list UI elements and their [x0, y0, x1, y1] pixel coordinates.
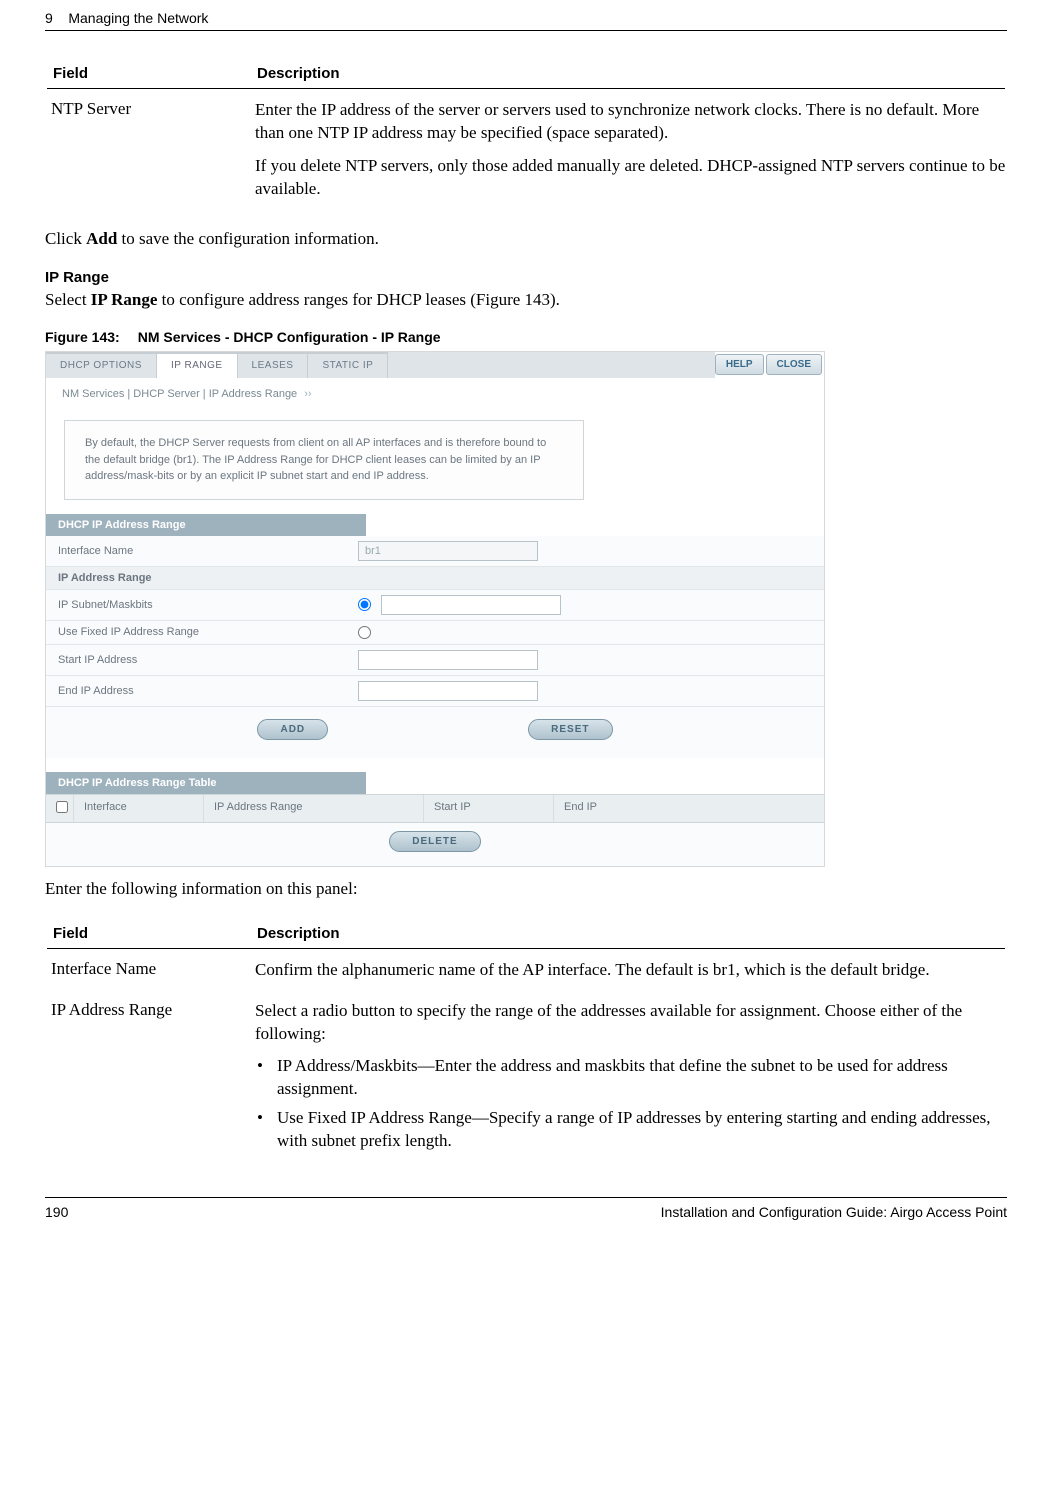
table2-desc-range: Select a radio button to specify the ran… [255, 1000, 1007, 1046]
field-table-ntp: Field Description NTP Server Enter the I… [45, 59, 1007, 219]
radio-ip-subnet[interactable] [358, 598, 371, 611]
table2-field-iface: Interface Name [45, 959, 255, 992]
table-row: Interface Name Confirm the alphanumeric … [45, 959, 1007, 1000]
section-header-range-table: DHCP IP Address Range Table [46, 772, 366, 794]
click-add-paragraph: Click Add to save the configuration info… [45, 227, 1007, 251]
iprange-subheading: IP Range [45, 269, 1007, 286]
table1-field-ntp: NTP Server [45, 99, 255, 211]
field-table-iprange: Field Description Interface Name Confirm… [45, 919, 1007, 1168]
delete-button[interactable]: DELETE [389, 831, 480, 852]
breadcrumb: NM Services | DHCP Server | IP Address R… [46, 378, 824, 406]
page-number: 190 [45, 1204, 68, 1220]
chevron-right-icon: ›› [304, 388, 311, 400]
bullet-icon: • [255, 1055, 277, 1101]
list-item: • Use Fixed IP Address Range—Specify a r… [255, 1107, 1007, 1153]
tab-ip-range[interactable]: IP RANGE [157, 352, 238, 378]
th-end-ip: End IP [554, 795, 824, 822]
select-all-checkbox[interactable] [56, 801, 68, 813]
table2-head-field: Field [47, 925, 257, 942]
tab-static-ip[interactable]: STATIC IP [308, 352, 388, 378]
section-number: 9 [45, 10, 53, 26]
subheader-ip-address-range: IP Address Range [58, 572, 358, 584]
tab-leases[interactable]: LEASES [238, 352, 309, 378]
doc-title: Installation and Configuration Guide: Ai… [661, 1204, 1007, 1220]
section-header-dhcp-range: DHCP IP Address Range [46, 514, 366, 536]
th-start-ip: Start IP [424, 795, 554, 822]
table2-desc-iface: Confirm the alphanumeric name of the AP … [255, 959, 1007, 982]
table-row: IP Address Range Select a radio button t… [45, 1000, 1007, 1168]
list-item: • IP Address/Maskbits—Enter the address … [255, 1055, 1007, 1101]
intro-box: By default, the DHCP Server requests fro… [64, 420, 584, 500]
end-ip-input[interactable] [358, 681, 538, 701]
enter-info-paragraph: Enter the following information on this … [45, 877, 1007, 901]
section-title: Managing the Network [68, 10, 208, 26]
start-ip-input[interactable] [358, 650, 538, 670]
label-interface-name: Interface Name [58, 545, 358, 557]
ip-subnet-input[interactable] [381, 595, 561, 615]
table1-desc-ntp-p1: Enter the IP address of the server or se… [255, 99, 1007, 145]
reset-button[interactable]: RESET [528, 719, 612, 740]
tab-dhcp-options[interactable]: DHCP OPTIONS [46, 352, 157, 378]
radio-fixed-range[interactable] [358, 626, 371, 639]
table2-head-desc: Description [257, 925, 1005, 942]
close-button[interactable]: CLOSE [766, 354, 822, 375]
figure-caption: Figure 143:NM Services - DHCP Configurat… [45, 329, 1007, 345]
interface-name-input [358, 541, 538, 561]
range-table-header: Interface IP Address Range Start IP End … [46, 794, 824, 823]
add-button[interactable]: ADD [257, 719, 328, 740]
page-header: 9 Managing the Network [45, 0, 1007, 31]
table-row: NTP Server Enter the IP address of the s… [45, 99, 1007, 219]
label-use-fixed-range: Use Fixed IP Address Range [58, 626, 358, 638]
table2-field-range: IP Address Range [45, 1000, 255, 1160]
table1-head-field: Field [47, 65, 257, 82]
th-ip-range: IP Address Range [204, 795, 424, 822]
table1-head-desc: Description [257, 65, 1005, 82]
th-interface: Interface [74, 795, 204, 822]
bullet2-text: Use Fixed IP Address Range—Specify a ran… [277, 1107, 1007, 1153]
table1-desc-ntp-p2: If you delete NTP servers, only those ad… [255, 155, 1007, 201]
label-start-ip: Start IP Address [58, 654, 358, 666]
label-end-ip: End IP Address [58, 685, 358, 697]
select-iprange-paragraph: Select IP Range to configure address ran… [45, 288, 1007, 312]
help-button[interactable]: HELP [715, 354, 764, 375]
label-ip-subnet-maskbits: IP Subnet/Maskbits [58, 599, 358, 611]
bullet-icon: • [255, 1107, 277, 1153]
page-footer: 190 Installation and Configuration Guide… [45, 1197, 1007, 1234]
bullet1-text: IP Address/Maskbits—Enter the address an… [277, 1055, 1007, 1101]
screenshot-panel: DHCP OPTIONS IP RANGE LEASES STATIC IP H… [45, 351, 825, 867]
